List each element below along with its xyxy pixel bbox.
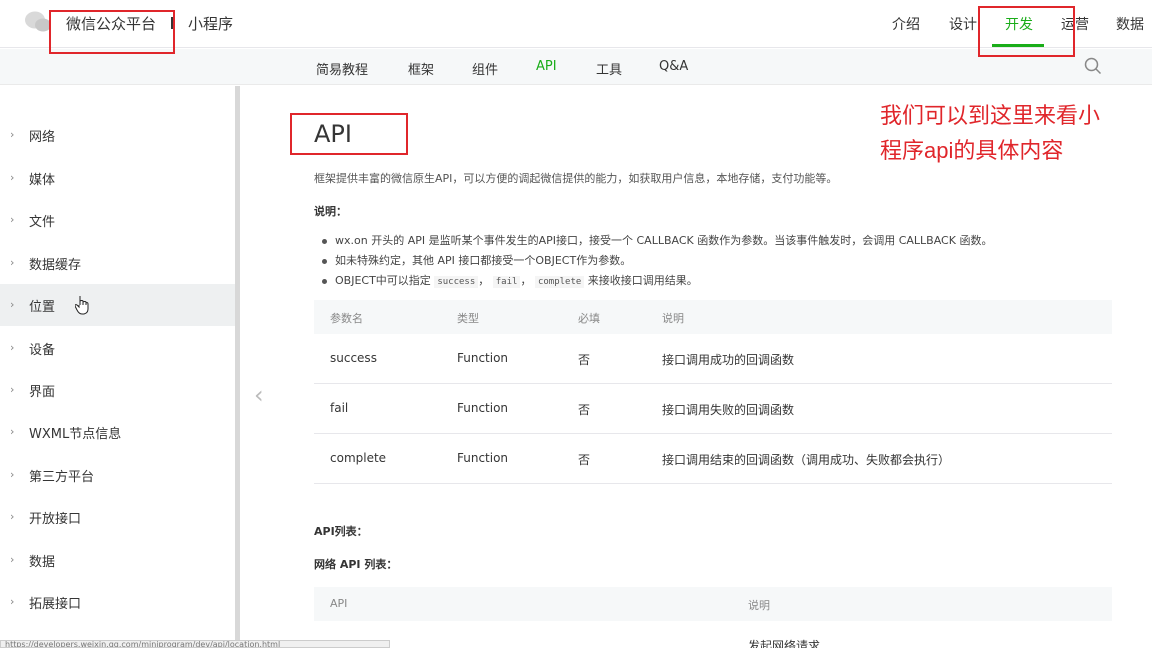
sidebar-item-label: 设备	[29, 343, 56, 358]
highlight-box-brand	[49, 10, 175, 54]
page-intro: 框架提供丰富的微信原生API，可以方便的调起微信提供的能力，如获取用户信息，本地…	[314, 172, 838, 185]
sidebar-item-ui[interactable]: › 界面	[0, 369, 236, 411]
sidebar-item-label: 数据缓存	[29, 258, 82, 273]
collapse-sidebar-icon[interactable]: ‹	[254, 381, 264, 409]
chevron-right-icon: ›	[10, 425, 15, 438]
chevron-right-icon: ›	[10, 510, 15, 523]
sidebar-item-label: 媒体	[29, 173, 56, 188]
chevron-right-icon: ›	[10, 256, 15, 269]
sidebar-item-label: 文件	[29, 215, 56, 230]
table-header: 参数名 类型 必填 说明	[314, 300, 1112, 334]
list-item: OBJECT中可以指定 success， fail， complete 来接收接…	[322, 272, 992, 292]
note-heading: 说明：	[314, 205, 347, 218]
chevron-right-icon: ›	[10, 468, 15, 481]
sidebar-item-third-party[interactable]: › 第三方平台	[0, 454, 236, 496]
chevron-right-icon: ›	[10, 171, 15, 184]
sidebar-item-label: 网络	[29, 130, 56, 145]
chevron-right-icon: ›	[10, 298, 15, 311]
sidebar-item-file[interactable]: › 文件	[0, 199, 236, 241]
sidebar-item-storage[interactable]: › 数据缓存	[0, 242, 236, 284]
sidebar-item-label: 界面	[29, 385, 56, 400]
sidebar-item-media[interactable]: › 媒体	[0, 157, 236, 199]
sidebar-item-network[interactable]: › 网络	[0, 114, 236, 156]
tab-qa[interactable]: Q&A	[659, 59, 688, 74]
chevron-right-icon: ›	[10, 595, 15, 608]
nav-item-data[interactable]: 数据	[1116, 14, 1144, 34]
tab-components[interactable]: 组件	[472, 59, 498, 78]
annotation-text: 我们可以到这里来看小 程序api的具体内容	[880, 104, 1101, 164]
sidebar-item-label: WXML节点信息	[29, 427, 122, 442]
chevron-right-icon: ›	[10, 553, 15, 566]
sidebar-item-location[interactable]: › 位置	[0, 284, 236, 326]
hand-cursor-icon	[75, 296, 89, 315]
table-row: fail Function 否 接口调用失败的回调函数	[314, 384, 1112, 434]
api-table-header: API 说明	[314, 587, 1112, 621]
table-row: complete Function 否 接口调用结束的回调函数（调用成功、失败都…	[314, 434, 1112, 484]
param-table: 参数名 类型 必填 说明 success Function 否 接口调用成功的回…	[314, 300, 1112, 484]
nav-item-design[interactable]: 设计	[949, 14, 977, 34]
chevron-right-icon: ›	[10, 383, 15, 396]
sidebar-item-wxml-node[interactable]: › WXML节点信息	[0, 411, 236, 453]
highlight-box-title	[290, 113, 408, 155]
highlight-box-develop	[978, 6, 1075, 57]
sidebar-scrollbar[interactable]	[235, 86, 240, 641]
sidebar-item-device[interactable]: › 设备	[0, 327, 236, 369]
tab-tutorial[interactable]: 简易教程	[316, 59, 368, 78]
sidebar-item-data[interactable]: › 数据	[0, 539, 236, 581]
product-name[interactable]: 小程序	[188, 13, 233, 34]
sidebar-item-open-api[interactable]: › 开放接口	[0, 496, 236, 538]
tab-api[interactable]: API	[536, 59, 557, 74]
sidebar-item-label: 第三方平台	[29, 470, 95, 485]
sidebar-item-label: 拓展接口	[29, 597, 82, 612]
sidebar-item-label: 数据	[29, 555, 56, 570]
chevron-right-icon: ›	[10, 213, 15, 226]
status-bar-url: https://developers.weixin.qq.com/minipro…	[0, 640, 390, 648]
chevron-right-icon: ›	[10, 128, 15, 141]
table-row: success Function 否 接口调用成功的回调函数	[314, 334, 1112, 384]
api-list-heading: API列表：	[314, 525, 368, 538]
sidebar-item-label: 位置	[29, 300, 56, 315]
api-table-cell: 发起网络请求	[748, 639, 821, 648]
wechat-logo-icon	[25, 11, 51, 32]
chevron-right-icon: ›	[10, 341, 15, 354]
main-content: API 框架提供丰富的微信原生API，可以方便的调起微信提供的能力，如获取用户信…	[314, 86, 1114, 648]
tab-framework[interactable]: 框架	[408, 59, 434, 78]
sidebar-item-extension[interactable]: › 拓展接口	[0, 581, 236, 623]
search-icon[interactable]	[1084, 57, 1102, 75]
note-list: wx.on 开头的 API 是监听某个事件发生的API接口，接受一个 CALLB…	[322, 232, 992, 292]
tab-tools[interactable]: 工具	[596, 59, 622, 78]
sidebar: › 网络 › 媒体 › 文件 › 数据缓存 › 位置 › 设备 › 界面 › W…	[0, 86, 236, 648]
sidebar-item-label: 开放接口	[29, 512, 82, 527]
nav-item-intro[interactable]: 介绍	[892, 14, 920, 34]
list-item: wx.on 开头的 API 是监听某个事件发生的API接口，接受一个 CALLB…	[322, 232, 992, 252]
network-api-heading: 网络 API 列表：	[314, 558, 398, 571]
list-item: 如未特殊约定，其他 API 接口都接受一个OBJECT作为参数。	[322, 252, 992, 272]
